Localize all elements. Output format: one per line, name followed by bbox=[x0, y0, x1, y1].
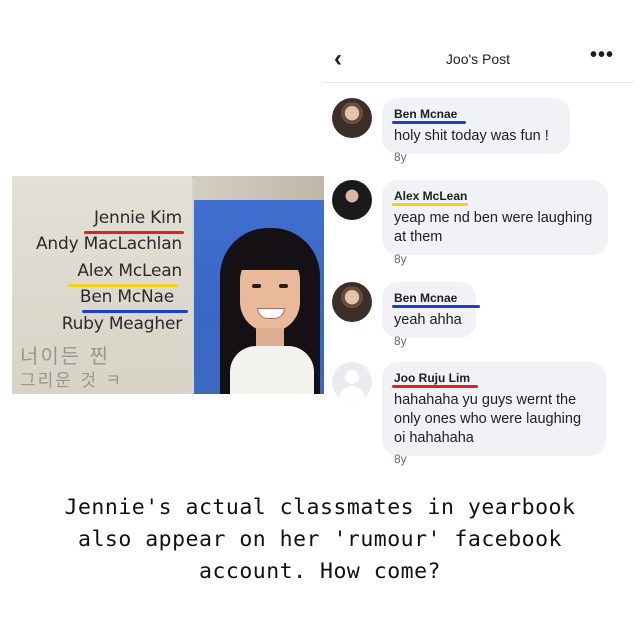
red-underline bbox=[392, 385, 478, 388]
comment-text: holy shit today was fun ! bbox=[394, 128, 549, 144]
blue-underline bbox=[392, 305, 480, 308]
yearbook-name-alex: Alex McLean bbox=[77, 261, 182, 281]
avatar[interactable] bbox=[332, 180, 372, 220]
yearbook-name-ruby: Ruby Meagher bbox=[61, 314, 182, 334]
yearbook-name-andy: Andy MacLachlan bbox=[35, 234, 182, 254]
photo-top-strip bbox=[194, 176, 324, 200]
comment-author[interactable]: Alex McLean bbox=[392, 189, 468, 206]
facebook-post: ‹ Joo's Post ••• Ben Mcnae holy shit tod… bbox=[322, 36, 634, 472]
yellow-underline bbox=[392, 203, 468, 206]
default-avatar-icon[interactable] bbox=[332, 362, 372, 402]
comment-time[interactable]: 8y bbox=[394, 150, 407, 164]
comment-bubble: Alex McLean yeap me nd ben were laughing… bbox=[382, 180, 608, 255]
avatar[interactable] bbox=[332, 98, 372, 138]
more-horizontal-icon[interactable]: ••• bbox=[590, 45, 614, 65]
comment-bubble: Joo Ruju Lim hahahaha yu guys wernt the … bbox=[382, 362, 606, 456]
comment-bubble: Ben Mcnae holy shit today was fun ! bbox=[382, 98, 570, 154]
yearbook-name-jennie: Jennie Kim bbox=[93, 208, 182, 228]
caption-text: Jennie's actual classmates in yearbook a… bbox=[64, 495, 576, 584]
avatar[interactable] bbox=[332, 282, 372, 322]
handwriting-line-2: 그리운 것 ㅋ bbox=[20, 371, 124, 391]
comment-author[interactable]: Joo Ruju Lim bbox=[392, 371, 478, 388]
comment-text: hahahaha yu guys wernt the only ones who… bbox=[394, 392, 582, 446]
blue-underline bbox=[82, 310, 188, 313]
comment-text: yeah ahha bbox=[394, 312, 462, 328]
student-portrait bbox=[194, 200, 324, 394]
yearbook-photo: Jennie Kim Andy MacLachlan Alex McLean B… bbox=[12, 176, 324, 394]
comment-time[interactable]: 8y bbox=[394, 452, 407, 466]
blue-underline bbox=[392, 121, 466, 124]
post-title: Joo's Post bbox=[445, 51, 511, 67]
handwriting-line-1: 너이든 찐 bbox=[20, 344, 110, 368]
post-header: ‹ Joo's Post ••• bbox=[322, 36, 634, 83]
comment-author[interactable]: Ben Mcnae bbox=[392, 107, 466, 124]
comment-author[interactable]: Ben Mcnae bbox=[392, 291, 480, 308]
comment-text: yeap me nd ben were laughing at them bbox=[394, 210, 593, 245]
comment-time[interactable]: 8y bbox=[394, 252, 407, 266]
yearbook-names-panel: Jennie Kim Andy MacLachlan Alex McLean B… bbox=[12, 176, 192, 394]
yearbook-name-ben: Ben McNae bbox=[79, 287, 174, 307]
comment-time[interactable]: 8y bbox=[394, 334, 407, 348]
comment-bubble: Ben Mcnae yeah ahha bbox=[382, 282, 480, 338]
